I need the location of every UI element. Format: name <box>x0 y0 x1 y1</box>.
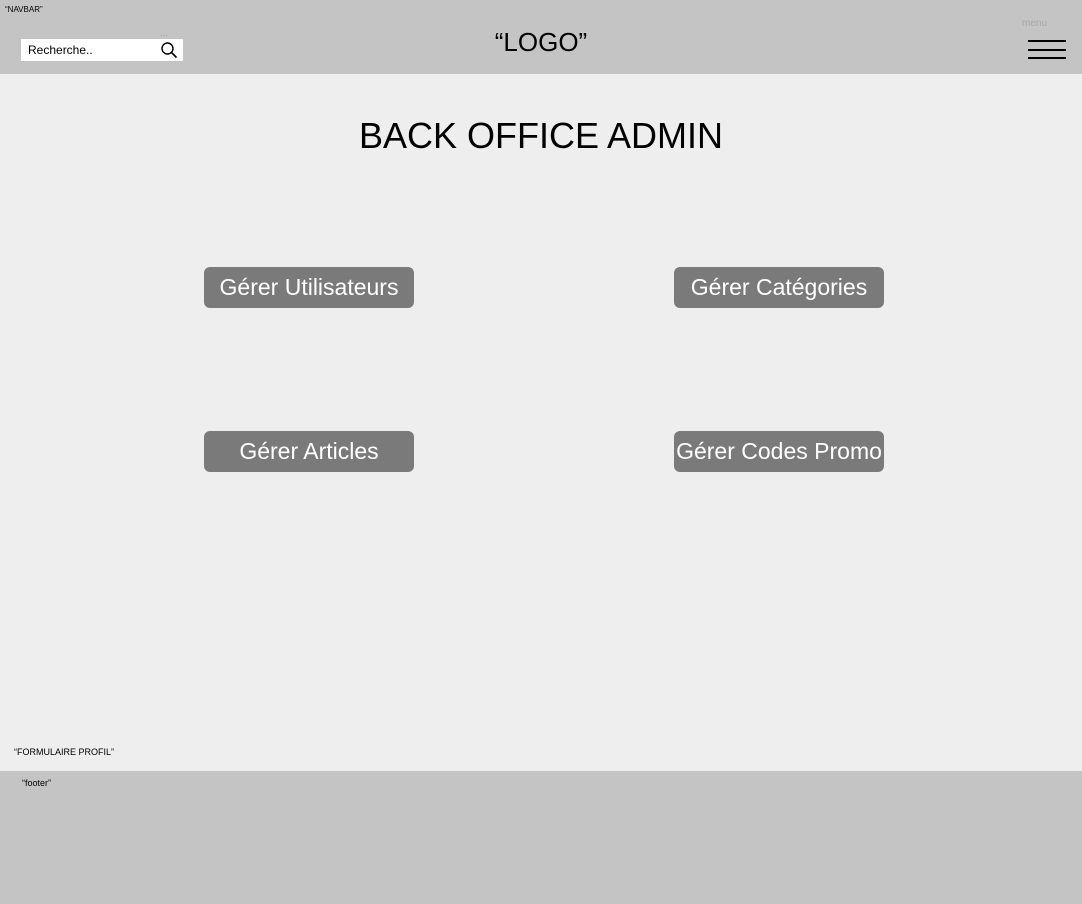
logo[interactable]: “LOGO” <box>0 27 1082 58</box>
footer: “footer” <box>0 771 1082 904</box>
footer-tag: “footer” <box>22 778 52 788</box>
manage-categories-button[interactable]: Gérer Catégories <box>674 267 884 308</box>
page-title: BACK OFFICE ADMIN <box>358 115 724 156</box>
menu-line-bottom <box>1028 57 1066 59</box>
menu-label: menu <box>1022 18 1048 29</box>
menu-line-top <box>1028 40 1066 42</box>
manage-users-button[interactable]: Gérer Utilisateurs <box>204 267 414 308</box>
hamburger-menu-icon[interactable] <box>1028 38 1066 62</box>
navbar-tag: “NAVBAR” <box>5 5 43 14</box>
profile-form-tag: “FORMULAIRE PROFIL” <box>14 747 115 757</box>
manage-articles-button[interactable]: Gérer Articles <box>204 431 414 472</box>
menu-line-middle <box>1028 49 1066 51</box>
manage-promo-codes-button[interactable]: Gérer Codes Promo <box>674 431 884 472</box>
navbar: “NAVBAR” ... “LOGO” menu <box>0 0 1082 74</box>
